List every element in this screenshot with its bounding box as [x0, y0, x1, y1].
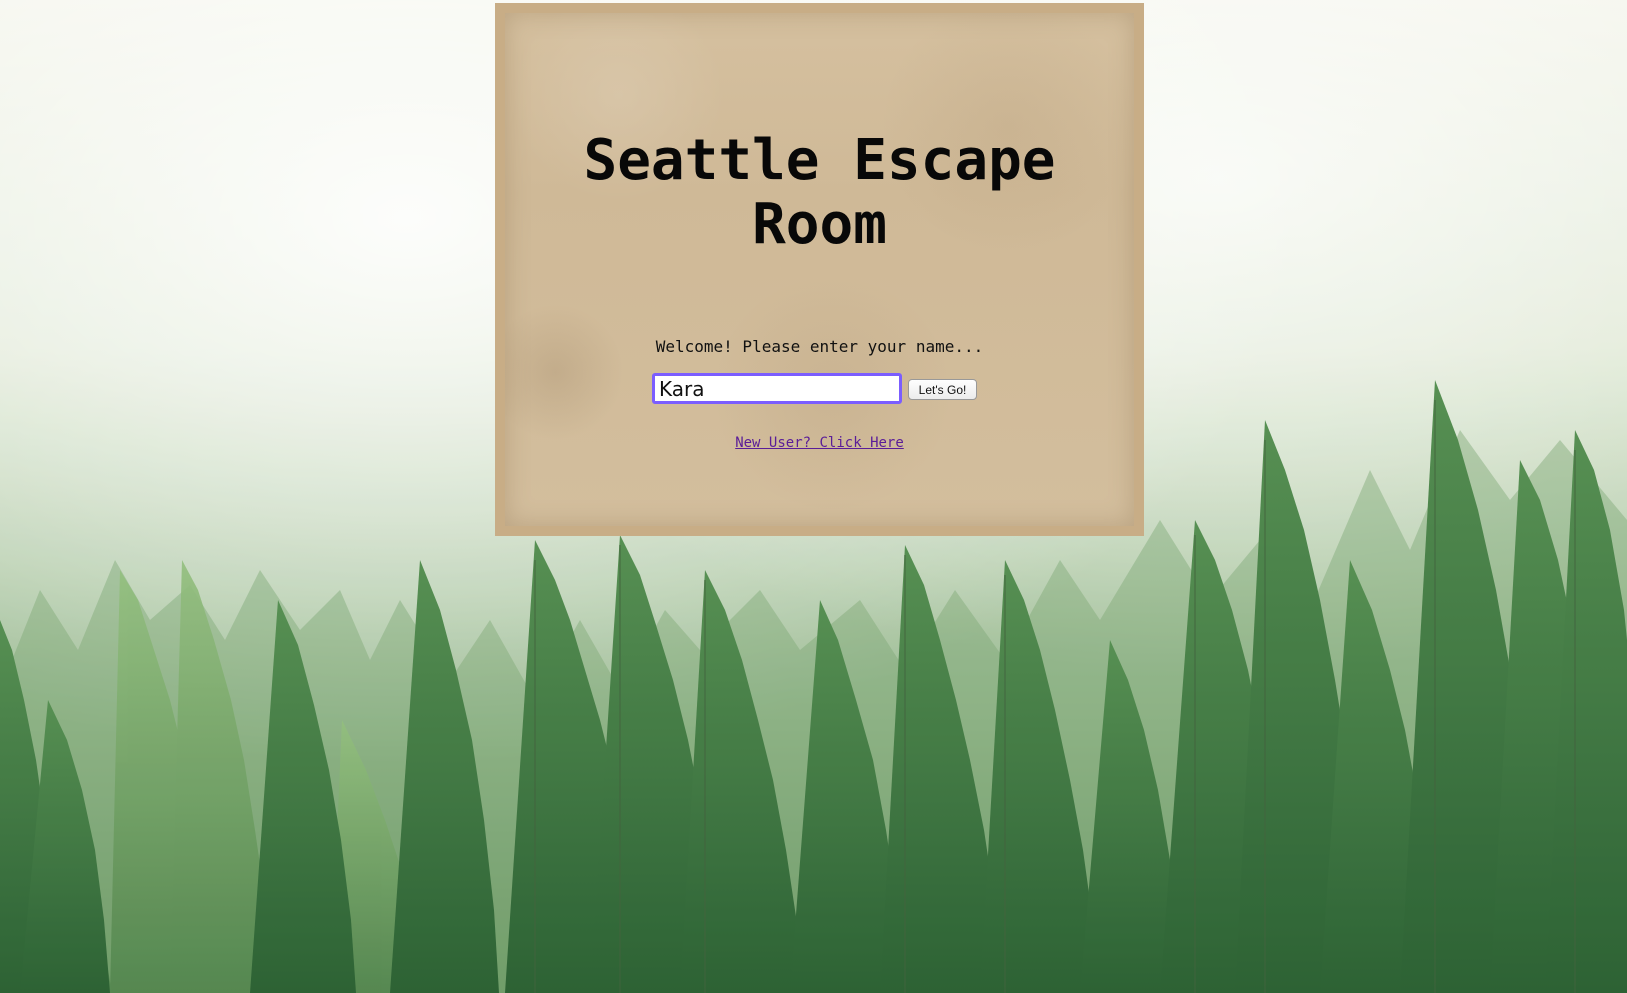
name-input[interactable] — [652, 373, 902, 404]
login-card: Seattle Escape Room Welcome! Please ente… — [495, 3, 1144, 536]
paper-panel: Seattle Escape Room Welcome! Please ente… — [505, 13, 1134, 526]
new-user-link[interactable]: New User? Click Here — [505, 434, 1134, 452]
lets-go-button[interactable]: Let's Go! — [908, 379, 977, 400]
page-title: Seattle Escape Room — [583, 128, 1056, 257]
welcome-message: Welcome! Please enter your name... — [655, 337, 984, 356]
